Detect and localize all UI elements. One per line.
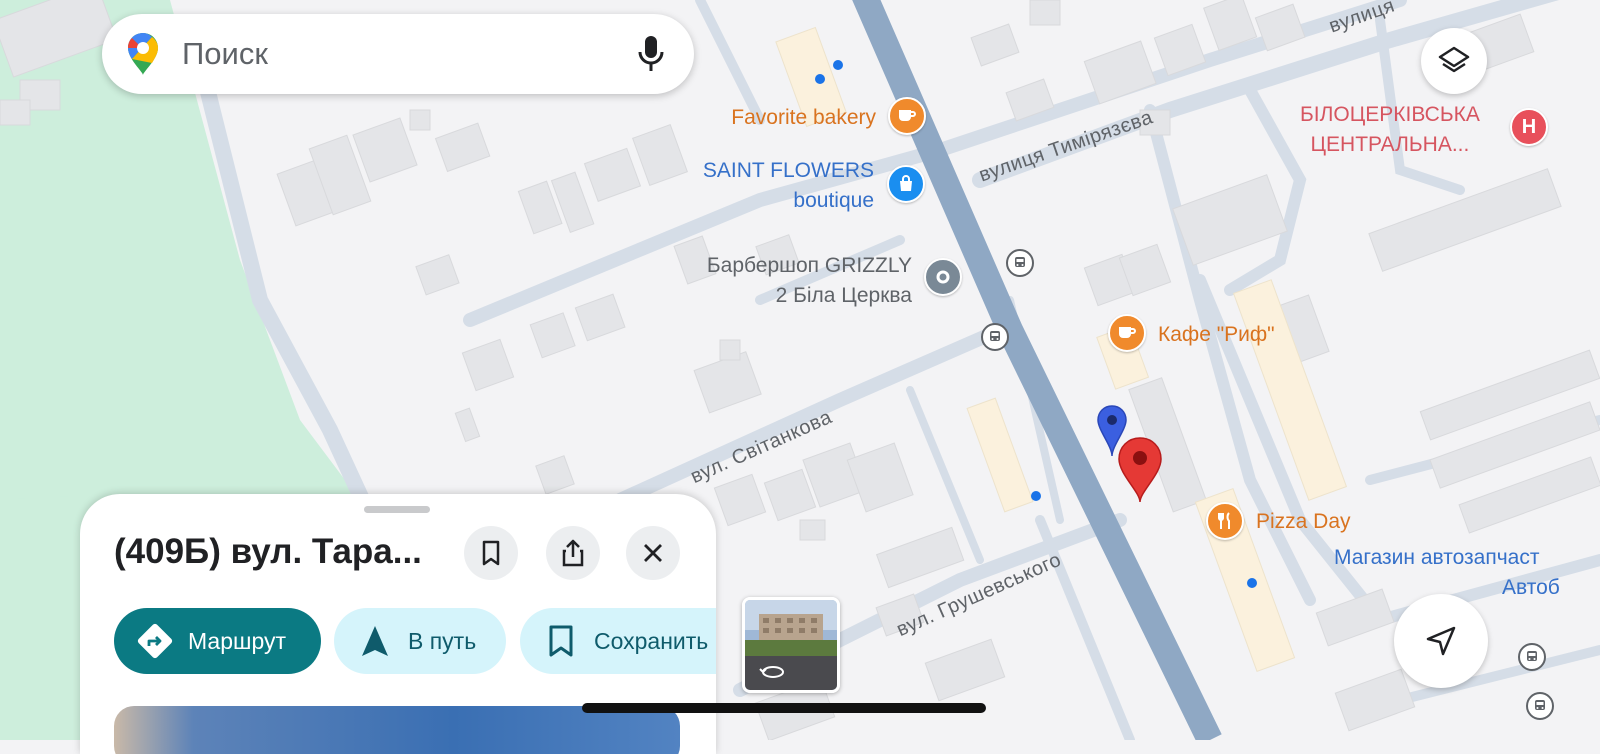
search-input[interactable]: Поиск <box>182 36 636 72</box>
poi-label-hospital[interactable]: БІЛОЦЕРКІВСЬКА ЦЕНТРАЛЬНА... <box>1300 100 1480 160</box>
bookmark-outline-icon <box>549 625 573 657</box>
poi-label-saint-flowers-line2: boutique <box>793 189 874 212</box>
place-title: (409Б) вул. Тара... <box>114 532 422 571</box>
poi-label-auto-parts-line1: Магазин автозапчаст <box>1334 546 1540 569</box>
home-indicator <box>582 703 986 713</box>
my-location-button[interactable] <box>1394 594 1488 688</box>
start-navigation-button[interactable]: В путь <box>334 608 506 674</box>
bus-stop-icon[interactable] <box>981 323 1009 351</box>
bus-stop-icon[interactable] <box>1526 692 1554 720</box>
poi-label-saint-flowers[interactable]: SAINT FLOWERS boutique <box>703 156 874 216</box>
poi-label-favorite-bakery[interactable]: Favorite bakery <box>731 103 876 133</box>
red-location-pin-icon[interactable] <box>1116 436 1164 502</box>
layers-icon <box>1438 46 1470 73</box>
navigation-arrow-icon <box>1426 626 1456 656</box>
restaurant-icon[interactable] <box>1206 502 1244 540</box>
share-button[interactable] <box>546 526 600 580</box>
share-icon <box>562 539 584 567</box>
poi-label-barbershop-line2: 2 Біла Церква <box>775 284 912 307</box>
close-icon <box>644 544 662 562</box>
route-label: Маршрут <box>188 627 287 654</box>
poi-label-barbershop-line1: Барбершоп GRIZZLY <box>706 254 912 277</box>
place-photo[interactable] <box>114 706 680 754</box>
bus-stop-icon[interactable] <box>1518 643 1546 671</box>
rotate-360-icon <box>759 666 784 678</box>
shopping-bag-icon[interactable] <box>887 165 925 203</box>
bus-stop-icon[interactable] <box>1006 249 1034 277</box>
poi-label-saint-flowers-line1: SAINT FLOWERS <box>702 159 874 182</box>
cafe-icon[interactable] <box>1108 314 1146 352</box>
generic-place-icon[interactable] <box>924 258 962 296</box>
coffee-icon[interactable] <box>888 97 926 135</box>
directions-icon <box>137 623 173 659</box>
microphone-icon[interactable] <box>636 34 666 74</box>
poi-label-hospital-line2: ЦЕНТРАЛЬНА... <box>1310 133 1470 156</box>
poi-label-auto-parts[interactable]: Магазин автозапчаст <box>1334 543 1539 573</box>
poi-label-pizza-day[interactable]: Pizza Day <box>1256 507 1351 537</box>
place-bottom-sheet[interactable]: (409Б) вул. Тара... Маршрут В путь Сохра… <box>80 494 716 754</box>
layers-button[interactable] <box>1421 28 1487 94</box>
hospital-icon[interactable]: H <box>1510 108 1548 146</box>
street-view-thumbnail[interactable] <box>742 597 840 693</box>
google-maps-pin-icon <box>128 33 158 75</box>
save-place-button[interactable] <box>464 526 518 580</box>
start-label: В путь <box>408 627 477 654</box>
navigation-start-icon <box>362 626 388 656</box>
poi-label-cafe-rif[interactable]: Кафе "Риф" <box>1158 320 1275 350</box>
save-label: Сохранить <box>594 627 709 654</box>
poi-label-auto-partial[interactable]: Автоб <box>1502 573 1560 603</box>
bookmark-icon <box>482 540 500 566</box>
route-button[interactable]: Маршрут <box>114 608 321 674</box>
search-bar[interactable]: Поиск <box>102 14 694 94</box>
sheet-drag-handle[interactable] <box>364 506 430 513</box>
close-button[interactable] <box>626 526 680 580</box>
save-chip-button[interactable]: Сохранить <box>520 608 716 674</box>
poi-label-barbershop[interactable]: Барбершоп GRIZZLY 2 Біла Церква <box>707 251 912 311</box>
poi-label-hospital-line1: БІЛОЦЕРКІВСЬКА <box>1300 103 1480 126</box>
